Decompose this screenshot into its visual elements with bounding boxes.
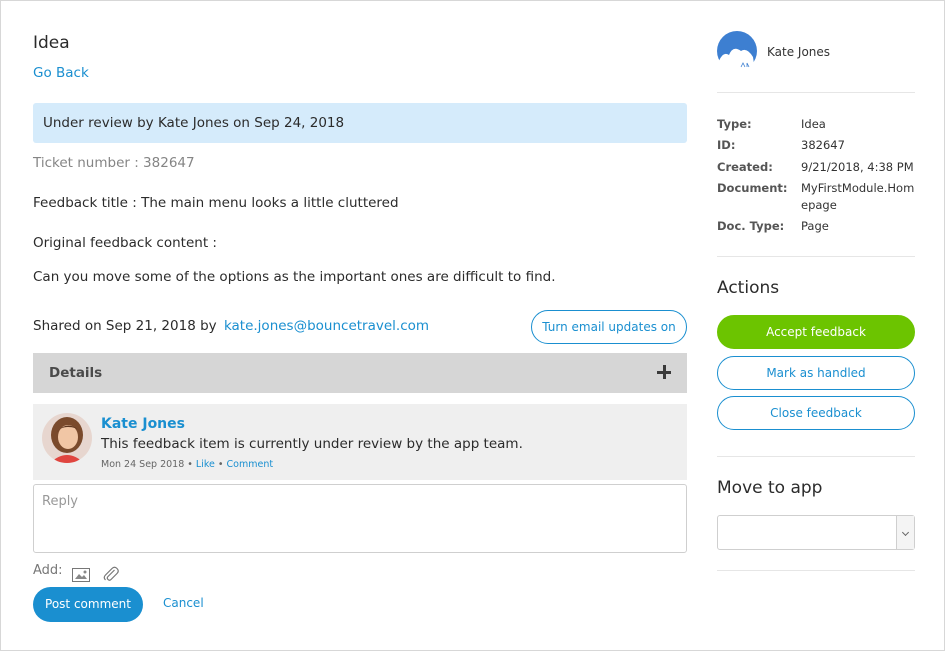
add-label: Add: [33,563,63,578]
shared-info: Shared on Sep 21, 2018 by kate.jones@bou… [33,318,429,334]
separator: • [214,459,227,470]
created-label: Created: [717,160,773,174]
details-section-header[interactable]: Details [33,353,687,393]
id-label: ID: [717,138,736,152]
feedback-title: Feedback title : The main menu looks a l… [33,195,399,211]
feedback-window: Idea Go Back Under review by Kate Jones … [0,0,945,651]
comment-link[interactable]: Comment [227,459,274,470]
go-back-link[interactable]: Go Back [33,65,89,81]
cancel-link[interactable]: Cancel [163,596,204,610]
created-value: 9/21/2018, 4:38 PM [801,160,914,174]
chevron-down-icon[interactable] [896,516,914,549]
close-feedback-button[interactable]: Close feedback [717,396,915,430]
move-to-app-title: Move to app [717,478,823,498]
divider [717,456,915,457]
post-comment-button[interactable]: Post comment [33,587,143,622]
separator: • [184,459,196,470]
document-label: Document: [717,181,788,195]
email-updates-button[interactable]: Turn email updates on [531,310,687,344]
original-content: Can you move some of the options as the … [33,269,556,285]
actions-title: Actions [717,278,780,298]
accept-feedback-button[interactable]: Accept feedback [717,315,915,349]
comment-author[interactable]: Kate Jones [101,416,185,432]
doctype-value: Page [801,219,829,233]
comment-text: This feedback item is currently under re… [101,436,523,452]
doctype-label: Doc. Type: [717,219,785,233]
id-value: 382647 [801,138,845,152]
user-avatar [717,31,757,71]
type-value: Idea [801,117,826,131]
original-content-label: Original feedback content : [33,235,217,251]
avatar [42,413,92,463]
move-to-app-select[interactable] [717,515,915,550]
details-label: Details [49,365,103,381]
document-value: MyFirstModule.Homepage [801,181,915,212]
status-banner: Under review by Kate Jones on Sep 24, 20… [33,103,687,143]
shared-email-link[interactable]: kate.jones@bouncetravel.com [224,318,429,334]
reply-input[interactable]: Reply [33,484,687,553]
user-name: Kate Jones [767,45,831,59]
page-title: Idea [33,33,70,53]
comment-date: Mon 24 Sep 2018 [101,459,185,470]
divider [717,92,915,93]
divider [717,570,915,571]
like-link[interactable]: Like [196,459,215,470]
mark-handled-button[interactable]: Mark as handled [717,356,915,390]
comment-item: Kate Jones This feedback item is current… [33,404,687,480]
image-icon[interactable] [72,567,90,582]
shared-text: Shared on Sep 21, 2018 by [33,318,217,334]
plus-icon[interactable] [657,365,671,379]
paperclip-icon[interactable] [102,565,120,583]
ticket-number: Ticket number : 382647 [33,155,195,171]
divider [717,256,915,257]
type-label: Type: [717,117,752,131]
comment-meta: Mon 24 Sep 2018 • Like • Comment [101,459,273,470]
